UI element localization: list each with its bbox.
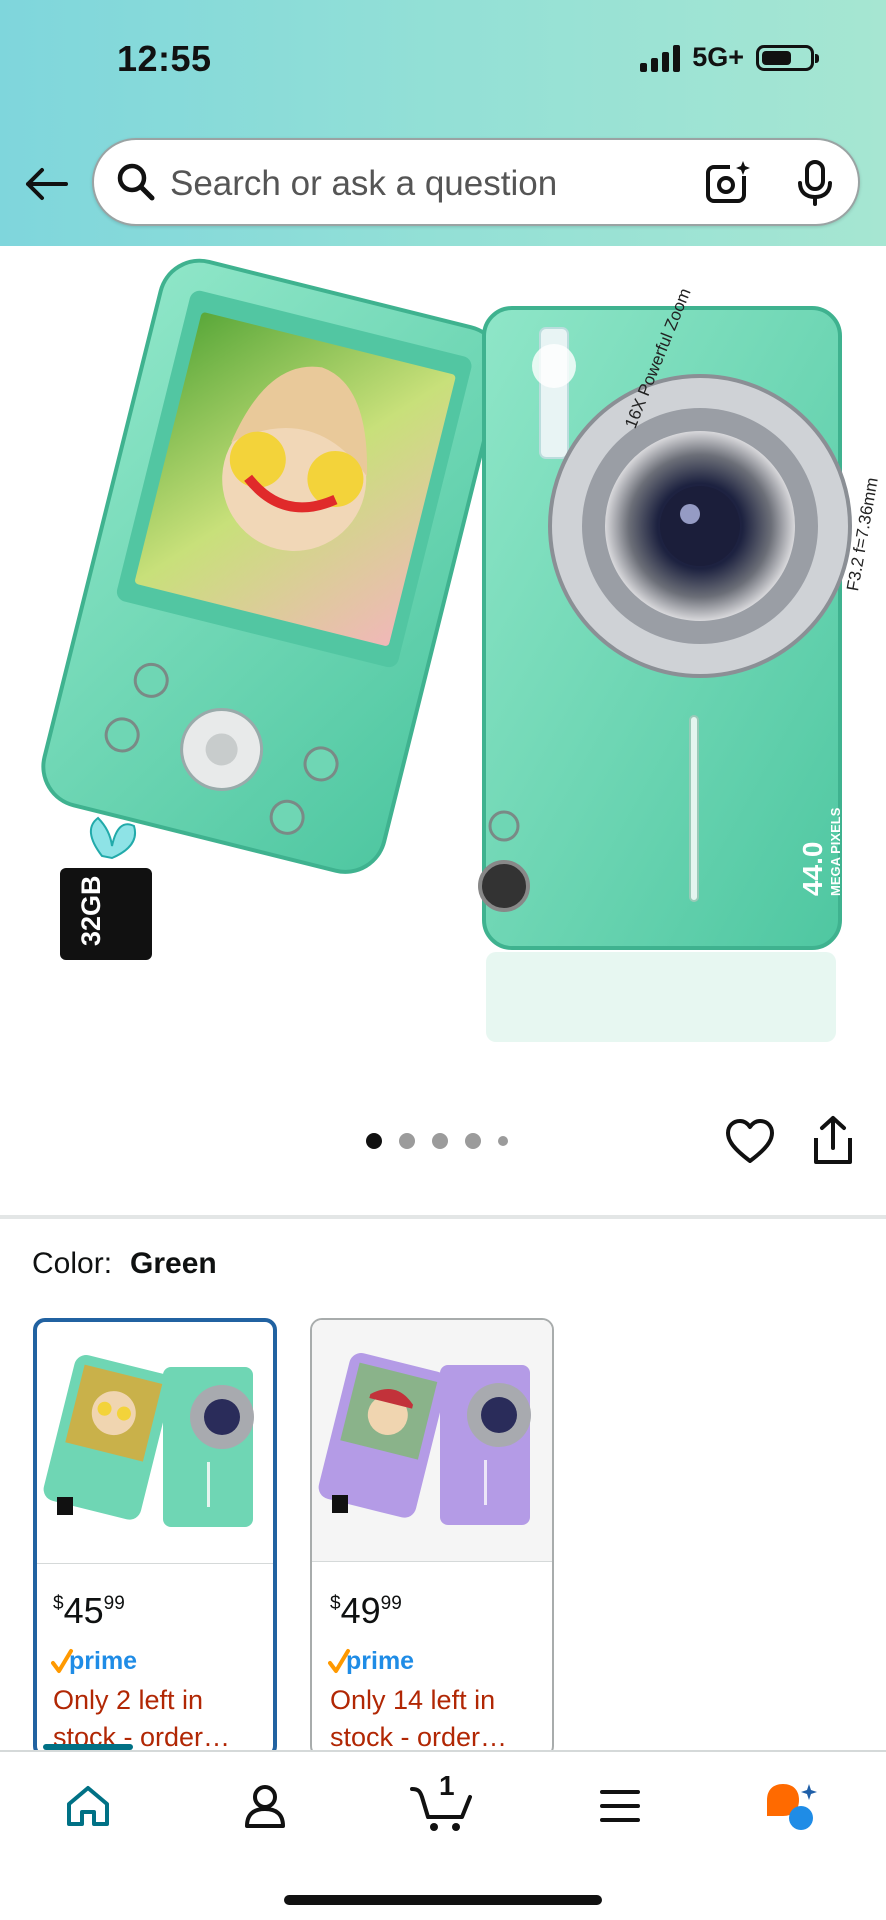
price: $4999 (330, 1590, 402, 1631)
carousel-indicator (366, 1133, 508, 1149)
back-button[interactable] (22, 160, 70, 208)
cart-count: 1 (439, 1770, 455, 1801)
camera-product-illustration: 16X Powerful Zoom F3.2 f=7.36mm 44.0 MEG… (41, 258, 882, 1042)
status-time: 12:55 (117, 38, 212, 79)
carousel-dot[interactable] (432, 1133, 448, 1149)
nav-cart[interactable]: 1 (407, 1770, 477, 1836)
carousel-dot[interactable] (498, 1136, 508, 1146)
share-icon (814, 1116, 852, 1164)
voice-search-button[interactable] (788, 156, 842, 210)
prime-check-icon: prime (51, 1647, 137, 1675)
prime-check-icon: prime (328, 1647, 414, 1675)
nav-rufus[interactable] (758, 1776, 828, 1836)
color-thumbnail (37, 1322, 273, 1564)
account-icon (245, 1785, 285, 1828)
status-icons: 5G+ (640, 42, 819, 73)
megapixels-value: 44.0 (797, 842, 828, 897)
search-icon (117, 163, 155, 201)
svg-text:prime: prime (346, 1647, 414, 1675)
rufus-assistant-icon (767, 1784, 817, 1830)
sd-card-label: 32GB (76, 875, 106, 946)
color-option-purple[interactable]: $4999 prime Only 14 left in stock - orde… (310, 1318, 554, 1758)
microphone-icon (798, 160, 832, 206)
nav-account[interactable] (230, 1776, 300, 1836)
camera-lens-icon (706, 160, 752, 203)
header: 12:55 5G+ Search or ask a question (0, 0, 886, 246)
cellular-signal-icon (640, 44, 681, 72)
color-value: Green (130, 1247, 217, 1280)
share-button[interactable] (808, 1114, 858, 1168)
prime-badge: prime (51, 1647, 151, 1681)
color-option-green[interactable]: $4599 prime Only 2 left in stock - order… (33, 1318, 277, 1758)
price: $4599 (53, 1590, 125, 1631)
carousel-dot[interactable] (399, 1133, 415, 1149)
wishlist-button[interactable] (724, 1116, 776, 1168)
purple-camera-thumbnail (318, 1353, 531, 1525)
color-thumbnail (312, 1320, 552, 1562)
product-image[interactable]: 16X Powerful Zoom F3.2 f=7.36mm 44.0 MEG… (0, 246, 886, 1076)
carousel-dot[interactable] (465, 1133, 481, 1149)
battery-icon (756, 44, 819, 71)
green-camera-thumbnail (43, 1355, 254, 1527)
search-placeholder: Search or ask a question (170, 164, 558, 203)
color-selection-label: Color: Green (32, 1247, 217, 1281)
prime-badge: prime (328, 1647, 428, 1681)
home-icon (67, 1786, 109, 1826)
megapixels-label: MEGA PIXELS (828, 807, 843, 896)
network-type: 5G+ (692, 42, 744, 72)
svg-text:prime: prime (69, 1647, 137, 1675)
menu-icon (600, 1790, 640, 1822)
stock-status: Only 14 left in stock - order… (330, 1685, 508, 1752)
section-divider (0, 1215, 886, 1219)
active-tab-indicator (43, 1744, 133, 1750)
home-indicator (284, 1895, 602, 1905)
nav-menu[interactable] (585, 1776, 655, 1836)
camera-search-button[interactable] (702, 156, 756, 210)
back-arrow-icon (26, 168, 68, 200)
carousel-dot[interactable] (366, 1133, 382, 1149)
nav-home[interactable] (53, 1776, 123, 1836)
color-label: Color: (32, 1247, 113, 1280)
heart-icon (726, 1119, 774, 1163)
search-input[interactable]: Search or ask a question (92, 138, 860, 226)
